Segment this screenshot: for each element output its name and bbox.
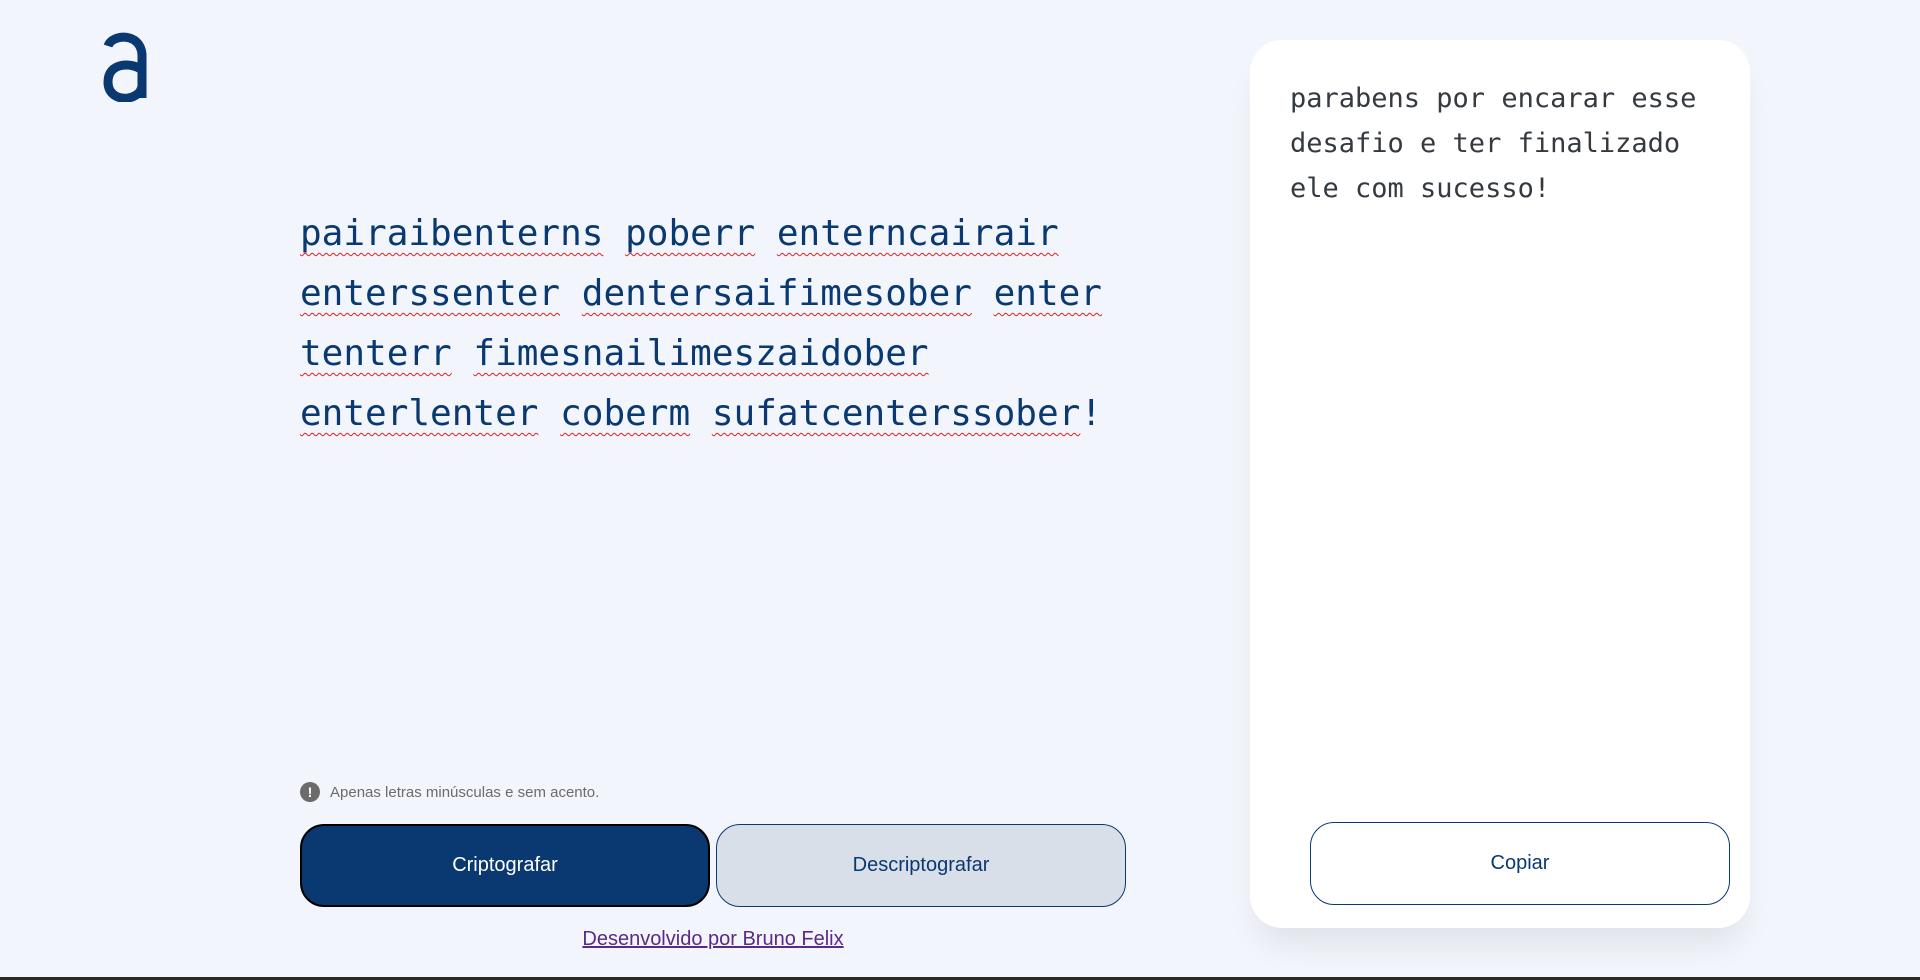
input-word: coberm xyxy=(560,393,691,434)
input-word: tenterr xyxy=(300,333,452,374)
input-word: sufatcenterssober xyxy=(711,393,1081,434)
output-text: parabens por encarar esse desafio e ter … xyxy=(1290,83,1697,204)
developer-credit-link[interactable]: Desenvolvido por Bruno Felix xyxy=(300,928,1126,951)
input-word: enterssenter xyxy=(300,273,561,314)
message-input[interactable]: pairaibenterns poberr enterncairair ente… xyxy=(300,204,1140,724)
input-word: enter xyxy=(993,273,1102,314)
decrypt-button[interactable]: Descriptografar xyxy=(716,824,1126,907)
exclamation-circle-icon: ! xyxy=(300,782,320,802)
input-word: enterlenter xyxy=(300,393,539,434)
input-word: pairaibenterns xyxy=(300,213,604,254)
alura-logo-icon xyxy=(102,32,148,103)
input-word: fimesnailimeszaidober xyxy=(473,333,929,374)
input-word: enterncairair xyxy=(776,213,1059,254)
input-hint: ! Apenas letras minúsculas e sem acento. xyxy=(300,782,599,802)
page: pairaibenterns poberr enterncairair ente… xyxy=(0,0,1920,980)
input-word: poberr xyxy=(625,213,756,254)
encrypt-button[interactable]: Criptografar xyxy=(300,824,710,907)
copy-button[interactable]: Copiar xyxy=(1310,822,1730,905)
input-word: dentersaifimesober xyxy=(581,273,972,314)
output-panel: parabens por encarar esse desafio e ter … xyxy=(1250,40,1750,928)
hint-text: Apenas letras minúsculas e sem acento. xyxy=(330,783,600,801)
